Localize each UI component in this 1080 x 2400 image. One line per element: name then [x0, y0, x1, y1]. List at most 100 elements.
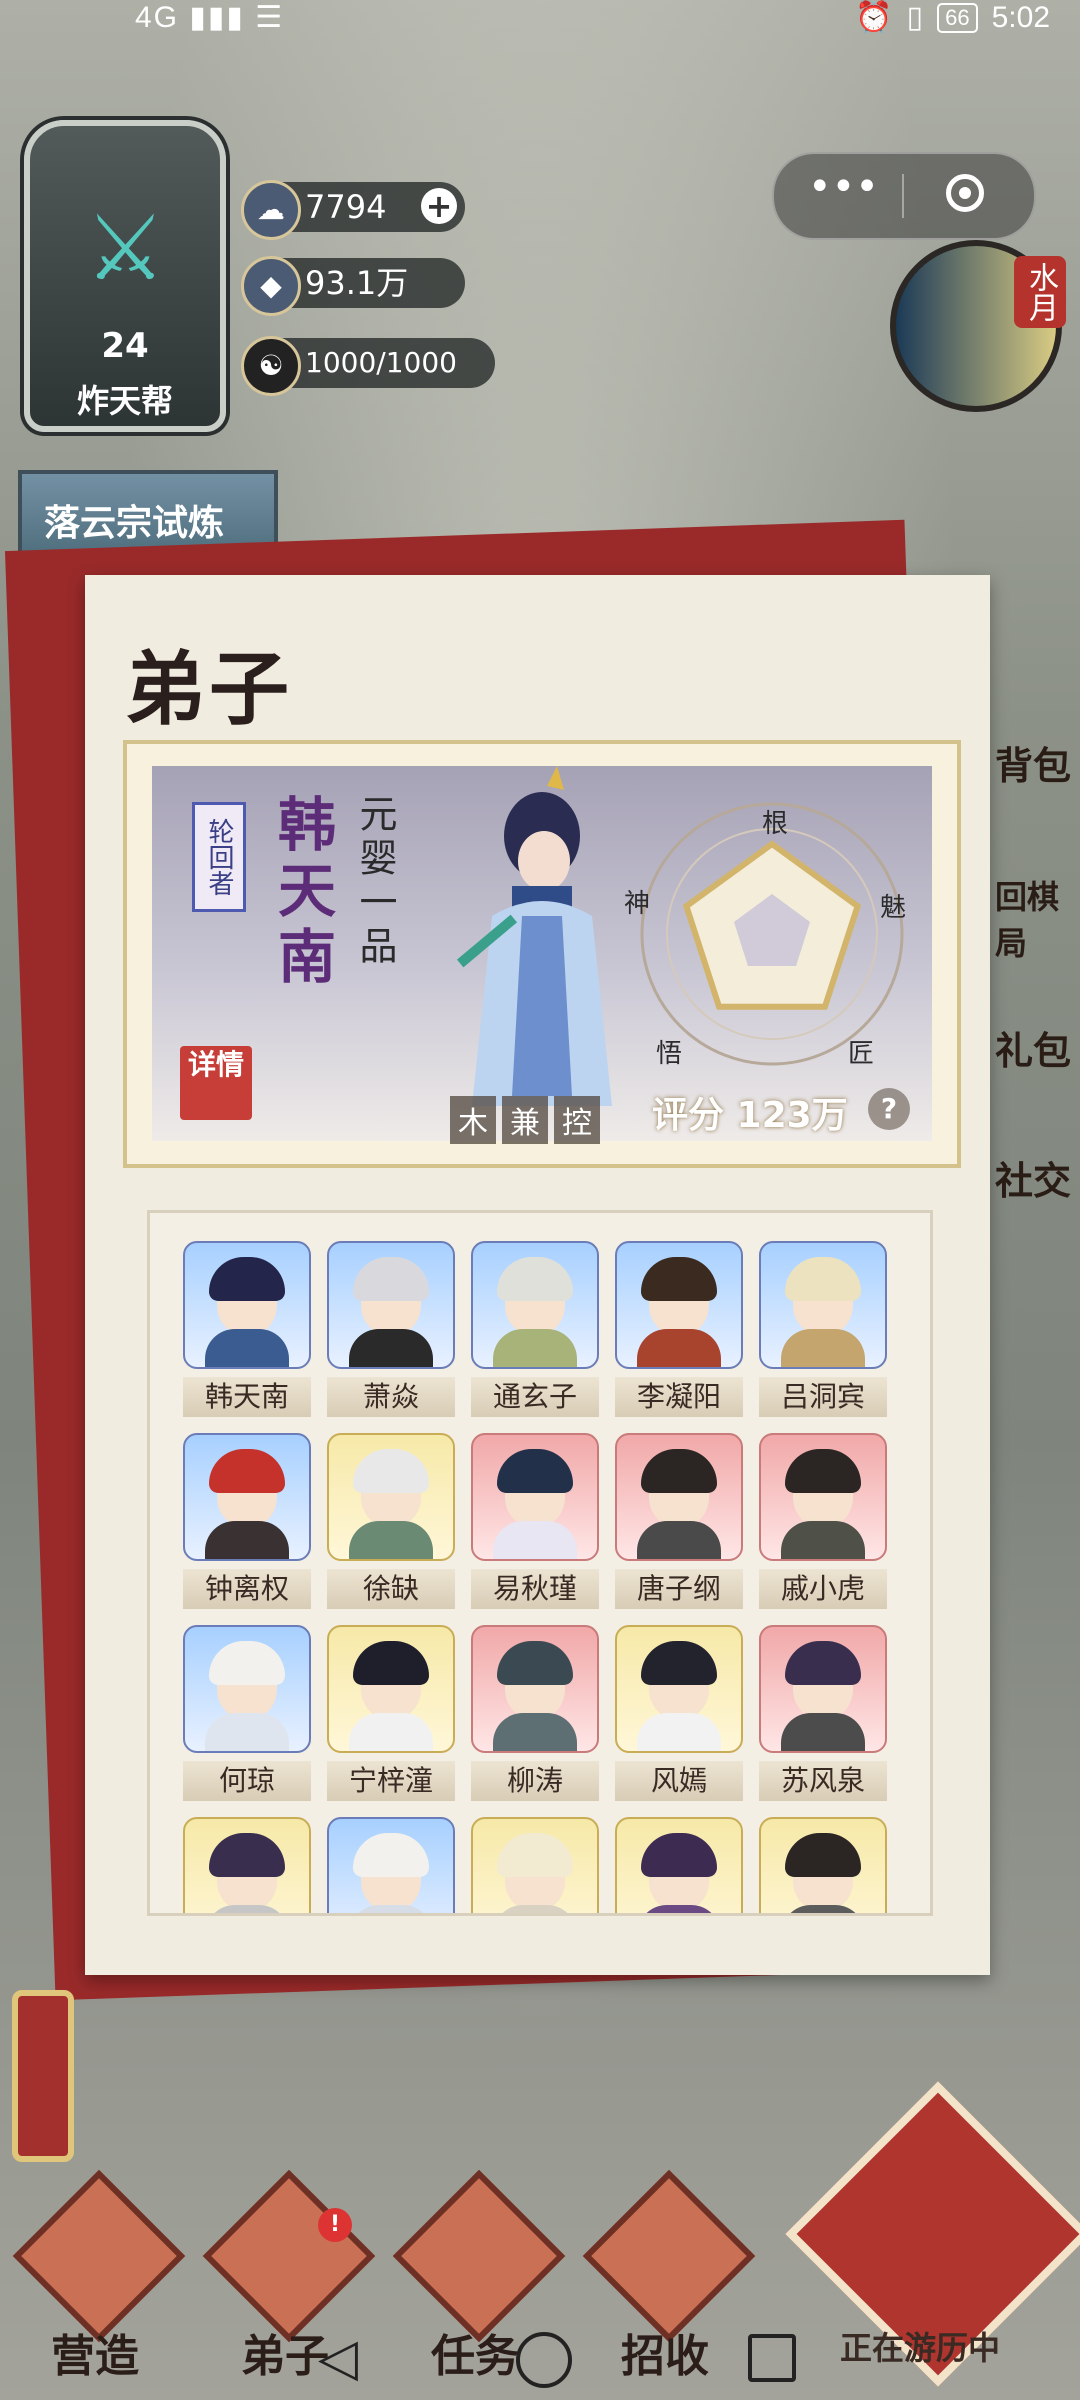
disciple-portrait: [327, 1433, 455, 1561]
crystal-icon: ◆: [241, 256, 301, 316]
disciple-card[interactable]: 戚小虎: [759, 1433, 887, 1609]
home-icon[interactable]: [516, 2332, 572, 2388]
resource-value: 1000/1000: [305, 346, 457, 379]
disciple-card[interactable]: 李凝阳: [615, 1241, 743, 1417]
disciple-portrait: [471, 1433, 599, 1561]
disciple-name: 韩天南: [183, 1377, 311, 1417]
disciple-card[interactable]: 吕洞宾: [759, 1241, 887, 1417]
portrait-body: [205, 1329, 289, 1367]
disciple-card[interactable]: 苏风泉: [759, 1625, 887, 1801]
add-resource-button[interactable]: +: [421, 188, 457, 224]
day-night-dial[interactable]: 水月: [890, 240, 1066, 412]
disciple-card[interactable]: 风嫣: [615, 1625, 743, 1801]
menu-gift[interactable]: 礼包: [995, 1020, 1080, 1075]
vibrate-icon: ▯: [906, 1, 924, 34]
menu-bag[interactable]: 背包: [995, 735, 1080, 790]
menu-social[interactable]: 社交: [995, 1150, 1080, 1205]
portrait-body: [349, 1521, 433, 1559]
attribute-radar: 根 魅 匠 悟 神: [612, 794, 932, 1084]
disciple-name: 徐缺: [327, 1569, 455, 1609]
disciple-name: 戚小虎: [759, 1569, 887, 1609]
disciple-name: 李凝阳: [615, 1377, 743, 1417]
disciple-portrait: [759, 1625, 887, 1753]
disciple-card[interactable]: 柳涛: [471, 1625, 599, 1801]
portrait-body: [637, 1713, 721, 1751]
radar-label-charm: 魅: [880, 893, 906, 923]
miniprogram-capsule[interactable]: •••: [772, 152, 1036, 240]
tasks-icon: [392, 2169, 566, 2343]
disciple-card[interactable]: 萧焱: [327, 1241, 455, 1417]
disciple-portrait: [615, 1241, 743, 1369]
disciple-card[interactable]: [759, 1817, 887, 1913]
portrait-hair: [497, 1257, 573, 1301]
recent-apps-icon[interactable]: [748, 2334, 796, 2382]
portrait-hair: [641, 1833, 717, 1877]
portrait-body: [493, 1713, 577, 1751]
disciple-list[interactable]: 韩天南 萧焱 通玄子 李凝阳 吕洞宾钟离权 徐缺 易秋瑾 唐子纲 戚小虎何琼 宁梓潼 柳涛 风嫣 苏风泉: [147, 1210, 933, 1916]
portrait-body: [493, 1329, 577, 1367]
event-title: 落云宗试炼: [44, 503, 225, 544]
disciple-card[interactable]: 徐缺: [327, 1433, 455, 1609]
resource-spirit-stone[interactable]: ☁ 7794 +: [241, 180, 465, 240]
disciples-icon: [202, 2169, 376, 2343]
disciple-name: 易秋瑾: [471, 1569, 599, 1609]
portrait-hair: [641, 1641, 717, 1685]
capsule-divider: [902, 174, 904, 218]
close-miniprogram-icon[interactable]: [946, 174, 984, 212]
disciple-card[interactable]: [471, 1817, 599, 1913]
disciple-card[interactable]: 钟离权: [183, 1433, 311, 1609]
back-icon[interactable]: ◁: [318, 2328, 358, 2388]
disciple-card[interactable]: 何琼: [183, 1625, 311, 1801]
menu-chess[interactable]: 回棋局: [995, 872, 1080, 964]
portrait-body: [637, 1905, 721, 1913]
radar-label-craft: 匠: [848, 1039, 874, 1069]
portrait-body: [637, 1329, 721, 1367]
scroll-icon[interactable]: [12, 1990, 74, 2162]
resource-crystal[interactable]: ◆ 93.1万: [241, 256, 465, 316]
portrait-body: [637, 1521, 721, 1559]
portrait-body: [781, 1905, 865, 1913]
portrait-body: [205, 1905, 289, 1913]
disciple-card[interactable]: 易秋瑾: [471, 1433, 599, 1609]
portrait-body: [781, 1521, 865, 1559]
disciple-portrait: [471, 1817, 599, 1913]
detail-button[interactable]: 详情: [180, 1046, 252, 1120]
page-title: 弟子: [125, 642, 293, 736]
disciple-card[interactable]: 通玄子: [471, 1241, 599, 1417]
portrait-body: [781, 1329, 865, 1367]
disciple-card[interactable]: 宁梓潼: [327, 1625, 455, 1801]
disciple-portrait: [615, 1625, 743, 1753]
disciple-name: 吕洞宾: [759, 1377, 887, 1417]
build-icon: [12, 2169, 186, 2343]
portrait-hair: [785, 1257, 861, 1301]
portrait-hair: [785, 1641, 861, 1685]
more-menu-icon[interactable]: •••: [808, 164, 879, 210]
disciple-card[interactable]: [183, 1817, 311, 1913]
disciple-card[interactable]: [615, 1817, 743, 1913]
element-tags: 木 兼 控: [450, 1096, 600, 1144]
disciple-card[interactable]: 唐子纲: [615, 1433, 743, 1609]
disciple-name: 苏风泉: [759, 1761, 887, 1801]
portrait-hair: [209, 1257, 285, 1301]
portrait-hair: [497, 1641, 573, 1685]
disciple-portrait: [759, 1433, 887, 1561]
recruit-icon: [582, 2169, 756, 2343]
radar-label-root: 根: [762, 809, 788, 839]
disciple-card[interactable]: [327, 1817, 455, 1913]
disciples-panel: 弟子 轮回者 韩天南 元婴一品 详情 木 兼 控 评分 123万 ? 根 魅 匠…: [85, 575, 990, 1975]
portrait-hair: [497, 1449, 573, 1493]
portrait-body: [205, 1713, 289, 1751]
alarm-icon: ⏰: [855, 1, 893, 34]
radar-label-spirit: 神: [624, 889, 650, 919]
resource-yinyang[interactable]: ☯ 1000/1000: [241, 336, 495, 396]
clan-emblem[interactable]: ⚔ 24 炸天帮: [24, 120, 226, 432]
help-icon[interactable]: ?: [868, 1088, 910, 1130]
disciple-portrait: [183, 1817, 311, 1913]
disciple-portrait: [183, 1625, 311, 1753]
portrait-body: [349, 1905, 433, 1913]
disciple-name: 何琼: [183, 1761, 311, 1801]
featured-disciple-card[interactable]: 轮回者 韩天南 元婴一品 详情 木 兼 控 评分 123万 ? 根 魅 匠 悟 …: [123, 740, 961, 1168]
portrait-hair: [785, 1449, 861, 1493]
disciple-card[interactable]: 韩天南: [183, 1241, 311, 1417]
element-tag: 控: [554, 1096, 600, 1144]
